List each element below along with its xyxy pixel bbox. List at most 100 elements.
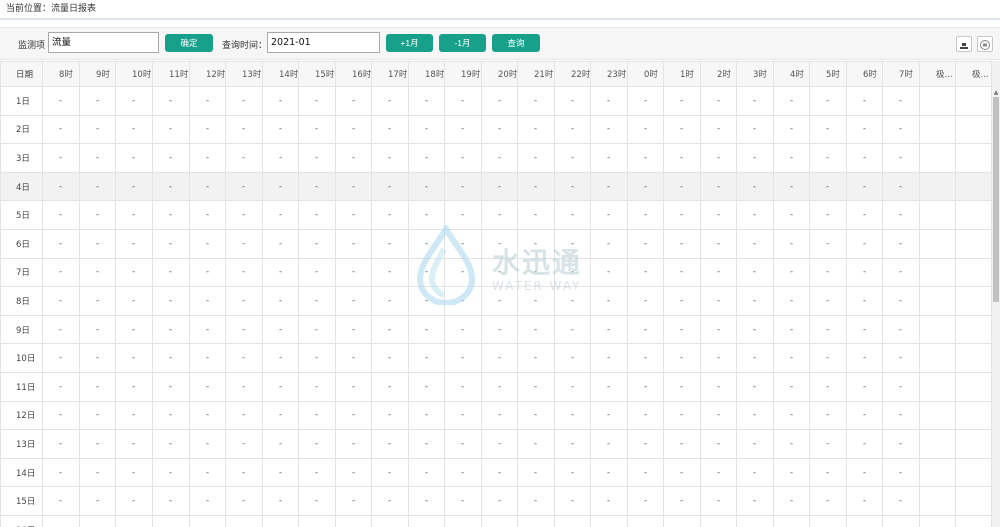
column-header: 13时 <box>225 61 263 87</box>
table-row[interactable]: 11日 - - - - - - - - - - - - - - - - - - - - - - - - <box>0 371 992 402</box>
table-row[interactable]: 15日 - - - - - - - - - - - - - - - - - - - - - - - - <box>0 486 992 516</box>
table-row[interactable]: 13日 - - - - - - - - - - - - - - - - - - - - - - - - <box>0 429 992 459</box>
value-cell: - <box>554 114 591 145</box>
value-cell: - <box>42 200 80 230</box>
value-cell: - <box>189 371 226 402</box>
value-cell: - <box>773 143 810 173</box>
value-cell: - <box>371 486 409 516</box>
value-cell: - <box>371 457 409 488</box>
column-header: 10时 <box>115 61 153 87</box>
value-cell: - <box>736 143 774 173</box>
value-cell: - <box>700 114 737 145</box>
vertical-scrollbar[interactable]: ▲ <box>992 61 1000 527</box>
value-cell: - <box>262 371 299 402</box>
table-row[interactable]: 6日 - - - - - - - - - - - - - - - - - - - - - - - - <box>0 228 992 259</box>
value-cell: - <box>262 143 299 173</box>
plus-month-button[interactable]: +1月 <box>386 34 433 52</box>
value-cell: - <box>298 114 336 145</box>
print-button[interactable] <box>977 36 993 52</box>
value-cell: - <box>42 314 80 345</box>
query-time-input[interactable]: 2021-01 <box>267 32 380 53</box>
table-row[interactable]: 3日 - - - - - - - - - - - - - - - - - - - - - - - - <box>0 143 992 173</box>
value-cell: - <box>79 400 116 431</box>
column-header: 20时 <box>481 61 518 87</box>
value-cell: - <box>298 86 336 116</box>
value-cell: - <box>298 200 336 230</box>
value-cell: - <box>189 343 226 373</box>
value-cell: - <box>700 400 737 431</box>
value-cell: - <box>809 400 847 431</box>
query-button[interactable]: 查询 <box>492 34 540 52</box>
value-cell: - <box>663 257 701 288</box>
scroll-up-icon[interactable]: ▲ <box>992 89 1000 97</box>
value-cell: - <box>408 286 445 316</box>
value-cell: - <box>773 228 810 259</box>
value-cell: - <box>846 400 883 431</box>
value-cell: - <box>809 371 847 402</box>
value-cell: - <box>444 114 482 145</box>
value-cell: - <box>846 457 883 488</box>
table-row[interactable]: 14日 - - - - - - - - - - - - - - - - - - - - - - - - <box>0 457 992 488</box>
value-cell: - <box>298 486 336 516</box>
value-cell: - <box>590 371 628 402</box>
value-cell: - <box>882 114 920 145</box>
table-row[interactable]: 4日 - - - - - - - - - - - - - - - - - - - - - - - - <box>0 171 992 202</box>
value-cell: - <box>773 514 810 527</box>
value-cell: - <box>408 228 445 259</box>
scroll-thumb[interactable] <box>993 97 999 302</box>
column-header: 11时 <box>152 61 190 87</box>
value-cell: - <box>590 400 628 431</box>
value-cell: - <box>371 400 409 431</box>
value-cell: - <box>298 429 336 459</box>
table-row[interactable]: 16日------------------------ <box>0 514 992 527</box>
table-row[interactable]: 7日 - - - - - - - - - - - - - - - - - - - - - - - - <box>0 257 992 288</box>
table-row[interactable]: 8日 - - - - - - - - - - - - - - - - - - - - - - - - <box>0 286 992 316</box>
value-cell <box>919 171 956 202</box>
value-cell: - <box>809 314 847 345</box>
value-cell <box>919 314 956 345</box>
value-cell: - <box>517 200 555 230</box>
minus-month-button[interactable]: -1月 <box>439 34 486 52</box>
column-header: 19时 <box>444 61 482 87</box>
monitor-item-input[interactable]: 流量 <box>48 32 159 53</box>
value-cell: - <box>663 457 701 488</box>
column-header: 3时 <box>736 61 774 87</box>
table-row[interactable]: 10日 - - - - - - - - - - - - - - - - - - - - - - - - <box>0 343 992 373</box>
value-cell: - <box>627 514 664 527</box>
value-cell <box>955 400 992 431</box>
value-cell: - <box>809 114 847 145</box>
value-cell: - <box>481 429 518 459</box>
value-cell: - <box>189 286 226 316</box>
value-cell <box>919 457 956 488</box>
value-cell: - <box>42 371 80 402</box>
table-row[interactable]: 5日 - - - - - - - - - - - - - - - - - - - - - - - - <box>0 200 992 230</box>
table-row[interactable]: 12日 - - - - - - - - - - - - - - - - - - - - - - - - <box>0 400 992 431</box>
table-row[interactable]: 9日 - - - - - - - - - - - - - - - - - - - - - - - - <box>0 314 992 345</box>
value-cell: - <box>846 314 883 345</box>
value-cell: - <box>152 314 190 345</box>
value-cell: - <box>115 343 153 373</box>
value-cell: - <box>773 400 810 431</box>
value-cell: - <box>663 314 701 345</box>
value-cell: - <box>882 286 920 316</box>
table-row[interactable]: 1日 - - - - - - - - - - - - - - - - - - - - - - - - <box>0 86 992 116</box>
value-cell: - <box>590 257 628 288</box>
value-cell: - <box>225 314 263 345</box>
value-cell: - <box>554 371 591 402</box>
value-cell: - <box>371 314 409 345</box>
value-cell: - <box>809 171 847 202</box>
export-button[interactable] <box>956 36 972 52</box>
value-cell: - <box>189 400 226 431</box>
value-cell: - <box>115 257 153 288</box>
confirm-button[interactable]: 确定 <box>165 34 213 52</box>
value-cell: - <box>79 429 116 459</box>
value-cell: - <box>846 257 883 288</box>
value-cell: - <box>773 286 810 316</box>
date-cell: 4日 <box>0 171 43 202</box>
value-cell: - <box>627 86 664 116</box>
value-cell: - <box>846 371 883 402</box>
value-cell: - <box>517 228 555 259</box>
value-cell: - <box>736 171 774 202</box>
value-cell: - <box>627 200 664 230</box>
table-row[interactable]: 2日 - - - - - - - - - - - - - - - - - - - - - - - - <box>0 114 992 145</box>
